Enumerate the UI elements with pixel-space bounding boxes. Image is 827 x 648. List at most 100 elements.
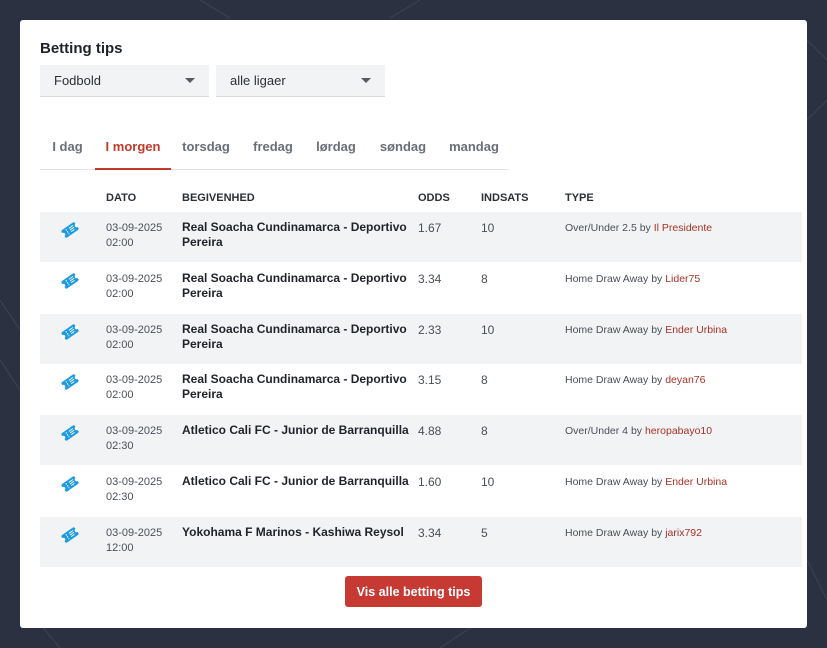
row-time: 02:30 [106, 491, 134, 503]
row-tipster-link[interactable]: jarix792 [665, 527, 702, 539]
tab-i-morgen[interactable]: I morgen [95, 126, 171, 170]
row-event[interactable]: Yokohama F Marinos - Kashiwa Reysol [182, 525, 410, 540]
row-date: 03-09-2025 [106, 222, 163, 234]
header-odds: ODDS [418, 192, 450, 204]
row-type: Home Draw Away by Lider75 [565, 273, 700, 285]
row-event[interactable]: Real Soacha Cundinamarca - Deportivo Per… [182, 372, 410, 402]
show-all-tips-button[interactable]: Vis alle betting tips [345, 576, 482, 607]
row-datetime: 03-09-2025 02:00 [106, 272, 170, 302]
row-by: by [651, 526, 663, 539]
row-type: Over/Under 4 by heropabayo10 [565, 425, 712, 437]
row-event[interactable]: Real Soacha Cundinamarca - Deportivo Per… [182, 322, 410, 352]
caret-down-icon [361, 78, 371, 83]
row-bet-type: Home Draw Away [565, 323, 649, 336]
row-datetime: 03-09-2025 12:00 [106, 526, 170, 556]
row-odds: 3.34 [418, 525, 442, 540]
row-datetime: 03-09-2025 02:30 [106, 424, 170, 454]
row-odds: 2.33 [418, 322, 442, 337]
row-date: 03-09-2025 [106, 476, 163, 488]
tab-i-dag[interactable]: I dag [40, 126, 95, 170]
table-row[interactable]: 03-09-2025 02:00 Real Soacha Cundinamarca … [40, 364, 802, 414]
row-bet-type: Home Draw Away [565, 476, 649, 488]
row-tipster-link[interactable]: Lider75 [665, 273, 700, 285]
league-select-value: alle ligaer [230, 73, 286, 88]
ticket-icon [60, 221, 80, 239]
header-type: TYPE [565, 192, 594, 204]
row-time: 02:00 [106, 287, 134, 300]
row-odds: 1.67 [418, 221, 442, 235]
tab-fredag[interactable]: fredag [241, 126, 305, 170]
row-time: 02:00 [106, 338, 134, 351]
row-odds: 1.60 [418, 475, 442, 489]
row-bet-type: Over/Under 2.5 [565, 222, 637, 234]
row-bet-type: Over/Under 4 [565, 425, 629, 438]
row-type: Home Draw Away by jarix792 [565, 527, 702, 539]
ticket-icon [60, 475, 80, 493]
row-tipster-link[interactable]: Ender Urbina [665, 324, 727, 336]
row-stake: 10 [481, 221, 495, 235]
table-row[interactable]: 03-09-2025 12:00 Yokohama F Marinos - Kash… [40, 516, 802, 567]
header-event: BEGIVENHED [182, 192, 255, 204]
row-by: by [651, 272, 663, 285]
sport-select[interactable]: Fodbold [40, 65, 209, 97]
row-tipster-link[interactable]: Il Presidente [654, 222, 712, 234]
sport-select-value: Fodbold [54, 73, 101, 88]
league-select[interactable]: alle ligaer [216, 65, 385, 97]
tab-mandag[interactable]: mandag [439, 126, 509, 170]
ticket-icon [60, 272, 80, 290]
tab-lordag[interactable]: lørdag [305, 126, 367, 170]
row-date: 03-09-2025 [106, 526, 163, 539]
tab-torsdag[interactable]: torsdag [171, 126, 241, 170]
row-time: 02:00 [106, 389, 134, 402]
row-date: 03-09-2025 [106, 425, 163, 438]
row-event[interactable]: Real Soacha Cundinamarca - Deportivo Per… [182, 220, 410, 250]
row-stake: 10 [481, 322, 495, 337]
row-tipster-link[interactable]: heropabayo10 [645, 425, 712, 437]
row-type: Home Draw Away by Ender Urbina [565, 324, 727, 336]
betting-tips-card: Betting tips Fodbold alle ligaer I dag I… [20, 20, 807, 628]
header-date: DATO [106, 192, 137, 204]
row-datetime: 03-09-2025 02:30 [106, 475, 170, 505]
ticket-icon [60, 424, 80, 442]
row-by: by [651, 476, 663, 488]
caret-down-icon [185, 78, 195, 83]
row-event[interactable]: Atletico Cali FC - Junior de Barranquill… [182, 474, 410, 489]
row-time: 02:00 [106, 237, 134, 249]
row-stake: 10 [481, 475, 495, 489]
row-stake: 8 [481, 373, 488, 388]
ticket-icon [60, 323, 80, 341]
row-odds: 3.15 [418, 373, 442, 388]
table-row[interactable]: 03-09-2025 02:30 Atletico Cali FC - Junior… [40, 415, 802, 466]
row-datetime: 03-09-2025 02:00 [106, 373, 170, 403]
ticket-icon [60, 526, 80, 544]
row-bet-type: Home Draw Away [565, 374, 649, 387]
row-odds: 3.34 [418, 271, 442, 286]
page-title: Betting tips [40, 40, 123, 57]
row-by: by [630, 425, 643, 438]
table-row[interactable]: 03-09-2025 02:30 Atletico Cali FC - Junior… [40, 466, 802, 516]
row-stake: 8 [481, 271, 488, 286]
row-tipster-link[interactable]: deyan76 [665, 374, 705, 386]
row-by: by [651, 323, 663, 336]
table-row[interactable]: 03-09-2025 02:00 Real Soacha Cundinamarca … [40, 212, 802, 262]
row-date: 03-09-2025 [106, 272, 163, 285]
row-tipster-link[interactable]: Ender Urbina [665, 476, 727, 488]
row-event[interactable]: Atletico Cali FC - Junior de Barranquill… [182, 423, 410, 438]
row-date: 03-09-2025 [106, 374, 163, 387]
table-row[interactable]: 03-09-2025 02:00 Real Soacha Cundinamarca … [40, 263, 802, 313]
tab-sondag[interactable]: søndag [367, 126, 439, 170]
row-type: Home Draw Away by Ender Urbina [565, 476, 727, 488]
table-header: DATO BEGIVENHED ODDS INDSATS TYPE [40, 182, 802, 212]
row-time: 02:30 [106, 440, 134, 453]
header-stake: INDSATS [481, 192, 529, 204]
row-bet-type: Home Draw Away [565, 526, 649, 539]
row-type: Over/Under 2.5 by Il Presidente [565, 222, 712, 234]
table-row[interactable]: 03-09-2025 02:00 Real Soacha Cundinamarca … [40, 313, 802, 364]
row-type: Home Draw Away by deyan76 [565, 374, 706, 386]
row-by: by [651, 374, 663, 387]
row-datetime: 03-09-2025 02:00 [106, 323, 170, 353]
day-tabs: I dag I morgen torsdag fredag lørdag søn… [40, 126, 509, 170]
row-by: by [639, 222, 651, 234]
row-stake: 5 [481, 525, 488, 540]
row-event[interactable]: Real Soacha Cundinamarca - Deportivo Per… [182, 271, 410, 301]
